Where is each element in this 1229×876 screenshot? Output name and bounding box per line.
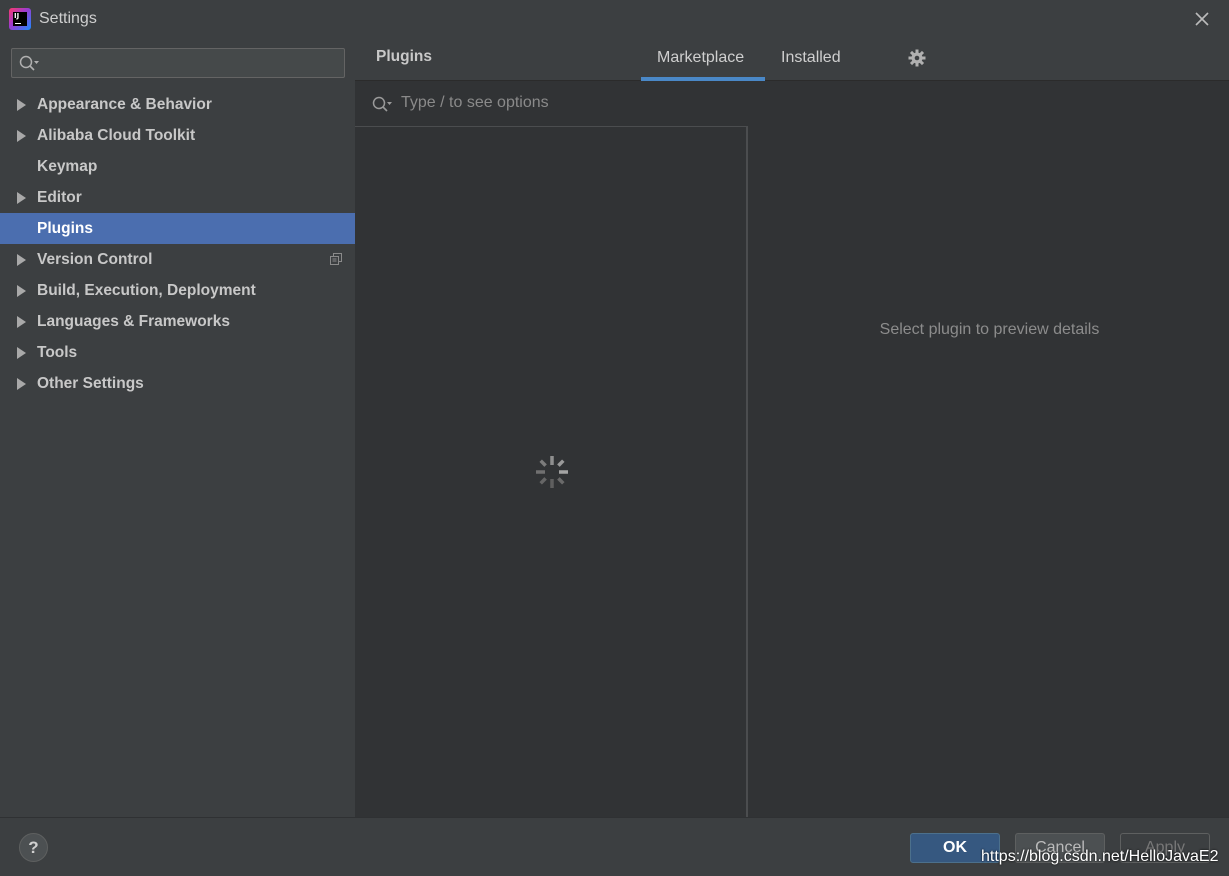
tab-installed[interactable]: Installed [781, 49, 841, 67]
search-icon [372, 96, 392, 112]
help-button[interactable]: ? [19, 833, 48, 862]
sidebar-item-label: Version Control [37, 251, 153, 268]
detail-placeholder: Select plugin to preview details [879, 321, 1100, 338]
expand-arrow-icon[interactable] [17, 285, 26, 297]
sidebar-item-label: Editor [37, 189, 82, 206]
plugins-panel: Plugins Marketplace Installed Type / to … [355, 37, 1229, 817]
gear-icon[interactable] [907, 48, 927, 68]
dialog-footer: ? OK Cancel Apply https://blog.csdn.net/… [0, 817, 1229, 876]
sidebar-item-label: Tools [37, 344, 78, 361]
sidebar-item-plugins[interactable]: Plugins [0, 213, 355, 244]
sidebar-item-label: Languages & Frameworks [37, 313, 230, 330]
sidebar-item-label: Appearance & Behavior [37, 96, 212, 113]
settings-tree: Appearance & Behavior Alibaba Cloud Tool… [0, 89, 355, 399]
close-icon[interactable] [1193, 10, 1211, 28]
sidebar-item-label: Build, Execution, Deployment [37, 282, 256, 299]
sidebar-item-alibaba-cloud-toolkit[interactable]: Alibaba Cloud Toolkit [0, 120, 355, 151]
sidebar-item-appearance-behavior[interactable]: Appearance & Behavior [0, 89, 355, 120]
window-title: Settings [39, 10, 97, 27]
expand-arrow-icon[interactable] [17, 99, 26, 111]
expand-arrow-icon[interactable] [17, 347, 26, 359]
sidebar-item-label: Keymap [37, 158, 98, 175]
sidebar-item-languages-frameworks[interactable]: Languages & Frameworks [0, 306, 355, 337]
sidebar-item-other-settings[interactable]: Other Settings [0, 368, 355, 399]
expand-arrow-icon[interactable] [17, 378, 26, 390]
search-icon [19, 55, 39, 71]
copy-icon [330, 253, 342, 265]
sidebar-item-keymap[interactable]: Keymap [0, 151, 355, 182]
expand-arrow-icon[interactable] [17, 192, 26, 204]
sidebar-item-label: Plugins [37, 220, 93, 237]
tab-marketplace[interactable]: Marketplace [657, 49, 744, 67]
sidebar-item-tools[interactable]: Tools [0, 337, 355, 368]
page-title: Plugins [376, 48, 432, 65]
plugin-search-input[interactable]: Type / to see options [355, 81, 748, 127]
watermark: https://blog.csdn.net/HelloJavaE2 [981, 848, 1219, 865]
intellij-app-icon: IJ [9, 8, 31, 30]
sidebar-item-build-execution-deployment[interactable]: Build, Execution, Deployment [0, 275, 355, 306]
sidebar-item-label: Alibaba Cloud Toolkit [37, 127, 196, 144]
sidebar-item-editor[interactable]: Editor [0, 182, 355, 213]
settings-sidebar: Appearance & Behavior Alibaba Cloud Tool… [0, 37, 355, 817]
plugin-detail-pane: Select plugin to preview details [750, 81, 1229, 817]
plugin-list-pane: Type / to see options [355, 81, 748, 817]
expand-arrow-icon[interactable] [17, 254, 26, 266]
sidebar-item-label: Other Settings [37, 375, 144, 392]
plugins-header: Plugins Marketplace Installed [355, 37, 1229, 81]
expand-arrow-icon[interactable] [17, 130, 26, 142]
search-placeholder: Type / to see options [401, 94, 549, 111]
spinner-icon [536, 456, 568, 488]
sidebar-search-input[interactable] [11, 48, 345, 78]
title-bar: IJ Settings [0, 0, 1229, 37]
sidebar-item-version-control[interactable]: Version Control [0, 244, 355, 275]
expand-arrow-icon[interactable] [17, 316, 26, 328]
